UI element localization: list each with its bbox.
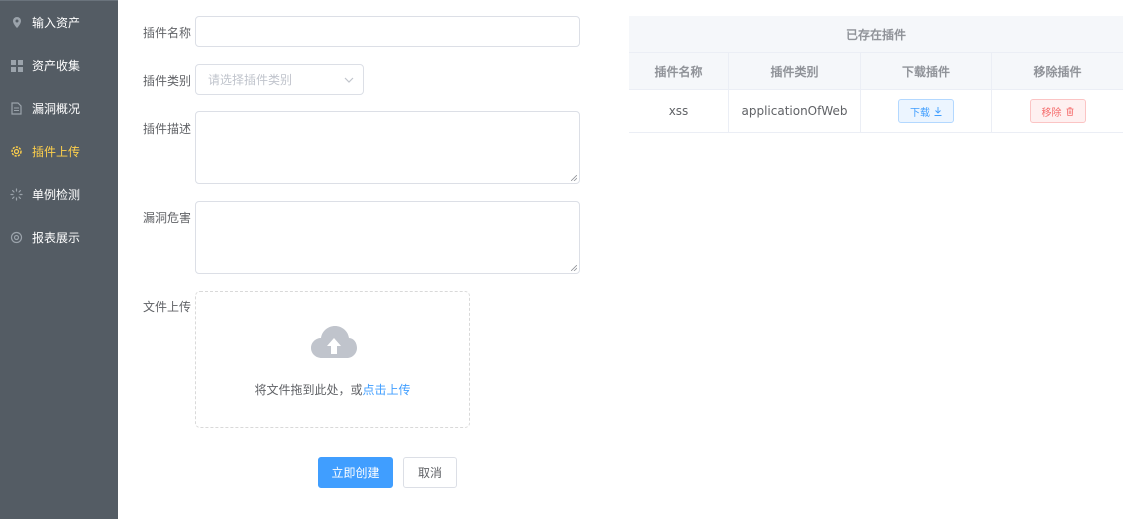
remove-label: 移除 bbox=[1041, 107, 1062, 119]
plugin-name-input[interactable] bbox=[195, 16, 580, 47]
download-label: 下载 bbox=[910, 107, 930, 119]
sidebar: 输入资产 资产收集 漏洞概况 插件上传 单例检测 报表展示 bbox=[0, 0, 118, 519]
plugin-desc-label: 插件描述 bbox=[143, 122, 192, 136]
download-button[interactable]: 下载 bbox=[898, 99, 954, 123]
header-download: 下载插件 bbox=[861, 53, 992, 89]
plugin-type-select[interactable]: 请选择插件类别 bbox=[195, 64, 364, 95]
sidebar-item-label: 报表展示 bbox=[32, 231, 81, 245]
vuln-harm-textarea[interactable] bbox=[195, 201, 580, 274]
plugin-type-placeholder: 请选择插件类别 bbox=[208, 73, 293, 87]
cell-remove: 移除 bbox=[992, 90, 1123, 132]
cell-download: 下载 bbox=[861, 90, 992, 132]
existing-plugins-table: 已存在插件 插件名称 插件类别 下载插件 移除插件 xss applicatio… bbox=[629, 16, 1123, 133]
header-remove: 移除插件 bbox=[1033, 64, 1082, 79]
cancel-button[interactable]: 取消 bbox=[403, 457, 457, 488]
resize-grip-icon[interactable] bbox=[571, 265, 577, 271]
upload-hint: 将文件拖到此处，或点击上传 bbox=[196, 381, 469, 398]
cell-plugin-type: applicationOfWeb bbox=[729, 90, 861, 132]
cell-plugin-name: xss bbox=[629, 90, 729, 132]
loading-icon bbox=[10, 188, 23, 201]
plugin-type-label: 插件类别 bbox=[143, 74, 192, 88]
trash-icon bbox=[1066, 106, 1073, 116]
upload-dropzone[interactable]: 将文件拖到此处，或点击上传 bbox=[195, 291, 470, 428]
remove-button[interactable]: 移除 bbox=[1029, 99, 1086, 123]
gear-icon bbox=[10, 145, 23, 158]
header-plugin-type: 插件类别 bbox=[729, 53, 861, 89]
plugin-name-label: 插件名称 bbox=[143, 26, 192, 40]
table-header-row: 插件名称 插件类别 下载插件 移除插件 bbox=[629, 53, 1123, 90]
vuln-harm-label: 漏洞危害 bbox=[143, 211, 192, 225]
sidebar-item-input-assets[interactable]: 输入资产 bbox=[0, 1, 118, 44]
document-icon bbox=[10, 102, 23, 115]
table-row: xss applicationOfWeb 下载 移除 bbox=[629, 90, 1123, 133]
upload-hint-text: 将文件拖到此处，或 bbox=[254, 383, 363, 397]
sidebar-item-label: 单例检测 bbox=[32, 188, 81, 202]
sidebar-item-single-check[interactable]: 单例检测 bbox=[0, 173, 118, 216]
sidebar-item-plugin-upload[interactable]: 插件上传 bbox=[0, 130, 118, 173]
table-title: 已存在插件 bbox=[629, 16, 1123, 53]
sidebar-item-label: 漏洞概况 bbox=[32, 102, 81, 116]
sidebar-item-asset-collection[interactable]: 资产收集 bbox=[0, 44, 118, 87]
sidebar-item-label: 资产收集 bbox=[32, 59, 81, 73]
header-plugin-name: 插件名称 bbox=[629, 53, 729, 89]
download-icon bbox=[934, 106, 942, 116]
sidebar-item-label: 插件上传 bbox=[32, 145, 81, 159]
sidebar-item-report[interactable]: 报表展示 bbox=[0, 216, 118, 259]
upload-cloud-icon bbox=[311, 326, 357, 358]
location-icon bbox=[10, 16, 23, 29]
chevron-down-icon bbox=[344, 77, 354, 83]
settings-icon bbox=[10, 231, 23, 244]
click-upload-link[interactable]: 点击上传 bbox=[363, 383, 411, 397]
sidebar-item-vuln-overview[interactable]: 漏洞概况 bbox=[0, 87, 118, 130]
sidebar-item-label: 输入资产 bbox=[32, 16, 81, 30]
grid-icon bbox=[10, 59, 23, 72]
file-upload-label: 文件上传 bbox=[143, 300, 192, 314]
resize-grip-icon[interactable] bbox=[571, 175, 577, 181]
plugin-desc-textarea[interactable] bbox=[195, 111, 580, 184]
create-button[interactable]: 立即创建 bbox=[318, 457, 393, 488]
plugin-form: 插件名称 插件类别 请选择插件类别 插件描述 漏洞危害 文件上传 将文件拖到此处… bbox=[118, 0, 618, 519]
